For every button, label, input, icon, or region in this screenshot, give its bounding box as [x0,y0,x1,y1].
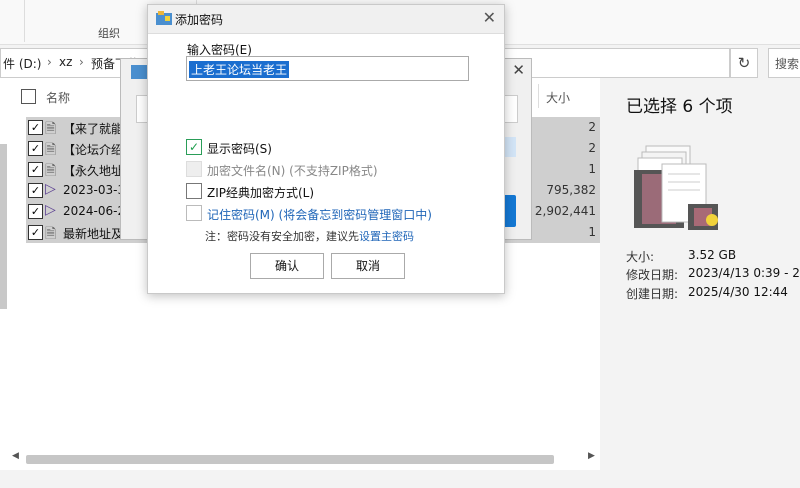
password-input[interactable]: 上老王论坛当老王 [186,56,469,81]
row-checkbox[interactable]: ✓ [28,204,43,219]
archive-icon [131,65,147,79]
remember-password-label: 记住密码(M) (将会备忘到密码管理窗口中) [207,208,432,222]
row-checkbox[interactable]: ✓ [28,162,43,177]
cancel-button[interactable]: 取消 [331,253,405,279]
modified-label: 修改日期: [626,268,679,282]
selection-count: 已选择 6 个项 [626,97,733,117]
add-password-dialog: 添加密码 ✕ 输入密码(E) 上老王论坛当老王 ✓ 显示密码(S) 加密文件名(… [147,4,505,294]
row-checkbox[interactable]: ✓ [28,120,43,135]
size-label: 大小: [626,250,655,264]
document-icon: 🗎 [45,226,57,242]
search-input[interactable]: 搜索 [768,48,800,78]
horizontal-scrollbar[interactable]: ◀ ▶ [6,451,600,466]
show-password-checkbox[interactable]: ✓ [186,139,202,155]
row-checkbox[interactable]: ✓ [28,141,43,156]
row-checkbox[interactable]: ✓ [28,225,43,240]
modified-value: 2023/4/13 0:39 - 20 [688,266,800,280]
zip-classic-label: ZIP经典加密方式(L) [207,186,315,200]
close-icon[interactable]: ✕ [483,8,496,27]
column-separator[interactable] [538,84,539,108]
file-size: 1 [588,162,596,176]
file-size: 1 [588,225,596,239]
scrollbar-thumb[interactable] [26,455,554,464]
row-checkbox[interactable]: ✓ [28,183,43,198]
archive-icon [156,11,172,25]
zip-classic-checkbox[interactable] [186,183,202,199]
ribbon-separator [24,0,25,42]
encrypt-filenames-label: 加密文件名(N) (不支持ZIP格式) [207,164,378,178]
column-header-size[interactable]: 大小 [546,89,570,106]
file-size: 2 [588,141,596,155]
created-label: 创建日期: [626,287,679,301]
select-all-checkbox[interactable] [21,89,36,104]
column-header-name[interactable]: 名称 [46,89,70,106]
dialog-title: 添加密码 [175,13,224,27]
close-icon[interactable]: ✕ [512,61,525,79]
encrypt-filenames-checkbox [186,161,202,177]
set-master-password-link[interactable]: 设置主密码 [359,230,414,243]
security-note-text: 注：密码没有安全加密，建议先 [205,230,359,243]
breadcrumb-drive[interactable]: 件 (D:) [3,55,41,72]
scroll-right-icon[interactable]: ▶ [588,451,595,461]
password-text: 上老王论坛当老王 [189,61,290,78]
breadcrumb-separator: › [47,55,52,69]
multiple-files-icon [634,145,718,230]
video-icon: ▷ [45,202,56,218]
created-value: 2025/4/30 12:44 [688,285,788,299]
security-note: 注：密码没有安全加密，建议先设置主密码 [205,228,414,244]
scroll-left-icon[interactable]: ◀ [12,451,19,461]
breadcrumb-separator: › [79,55,84,69]
file-size: 795,382 [546,183,596,197]
show-password-label: 显示密码(S) [207,142,272,156]
details-pane: 已选择 6 个项 大小: 3.52 GB 修改日期: 2023/4/13 0:3… [602,78,800,470]
vertical-scrollbar[interactable] [0,144,7,309]
video-icon: ▷ [45,181,56,197]
breadcrumb-xz[interactable]: xz [59,55,72,69]
size-value: 3.52 GB [688,248,737,262]
search-placeholder: 搜索 [775,57,800,71]
ribbon-group-label: 组织 [98,27,120,40]
refresh-icon[interactable]: ↻ [730,48,758,78]
file-size: 2 [588,120,596,134]
file-size: 2,902,441 [534,204,596,218]
dialog-titlebar: 添加密码 ✕ [148,5,504,34]
remember-password-checkbox[interactable] [186,205,202,221]
ok-button[interactable]: 确认 [250,253,324,279]
